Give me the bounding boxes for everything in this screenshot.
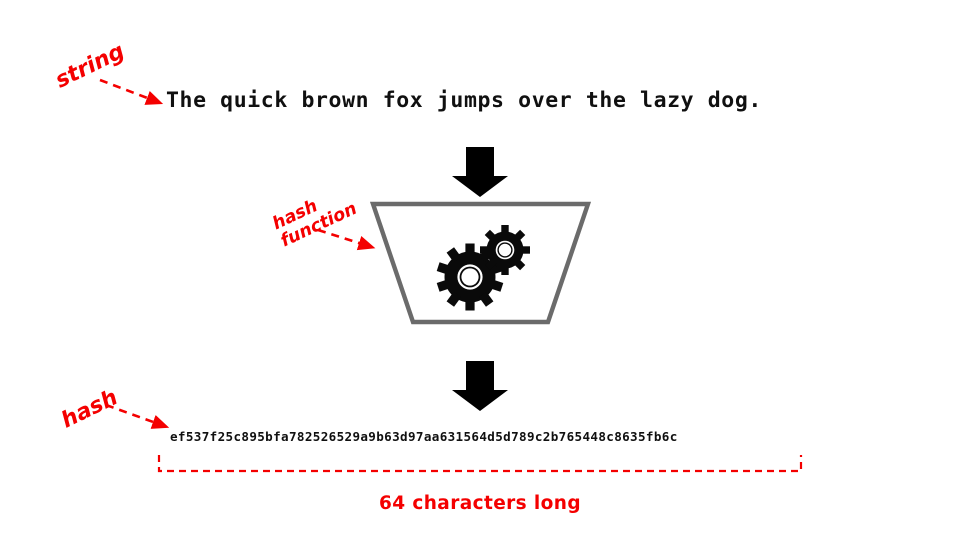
funnel-shape bbox=[369, 201, 592, 325]
input-string-text: The quick brown fox jumps over the lazy … bbox=[166, 88, 762, 113]
diagram-canvas: string The quick brown fox jumps over th… bbox=[0, 0, 960, 540]
down-arrow-icon-top bbox=[452, 147, 508, 197]
down-arrow-icon-bottom bbox=[452, 361, 508, 411]
annotation-hash-function-label: hash function bbox=[270, 182, 360, 251]
annotation-string-label: string bbox=[51, 38, 129, 94]
pointer-arrow-string bbox=[99, 78, 164, 105]
gears-icon bbox=[436, 225, 530, 311]
hash-output-text: ef537f25c895bfa782526529a9b63d97aa631564… bbox=[170, 429, 678, 444]
diagram-graphics-layer bbox=[99, 78, 803, 473]
hash-length-caption: 64 characters long bbox=[378, 493, 581, 514]
annotation-hash-label: hash bbox=[57, 385, 122, 434]
length-bracket bbox=[157, 455, 803, 473]
